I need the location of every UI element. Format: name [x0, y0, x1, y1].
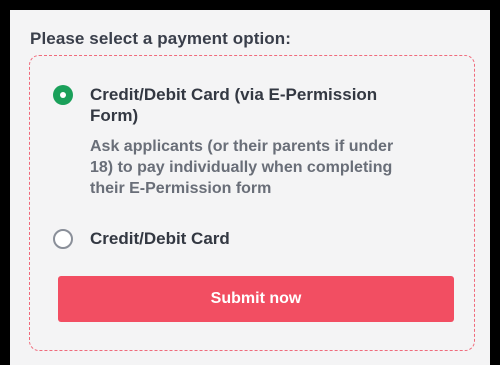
- option-text: Credit/Debit Card (via E-Permission Form…: [90, 84, 410, 199]
- payment-options-group: Credit/Debit Card (via E-Permission Form…: [29, 55, 475, 351]
- payment-panel: Please select a payment option: Credit/D…: [10, 10, 490, 365]
- option-label: Credit/Debit Card (via E-Permission Form…: [90, 85, 378, 125]
- payment-option-card[interactable]: Credit/Debit Card: [53, 228, 410, 249]
- payment-option-card-via-epermission[interactable]: Credit/Debit Card (via E-Permission Form…: [53, 84, 410, 199]
- radio-unselected-icon[interactable]: [53, 229, 73, 249]
- page-title: Please select a payment option:: [30, 29, 292, 48]
- submit-button[interactable]: Submit now: [58, 276, 454, 322]
- radio-selected-icon[interactable]: [53, 85, 73, 105]
- option-description: Ask applicants (or their parents if unde…: [90, 138, 394, 197]
- option-label: Credit/Debit Card: [90, 229, 230, 248]
- option-text: Credit/Debit Card: [90, 228, 410, 249]
